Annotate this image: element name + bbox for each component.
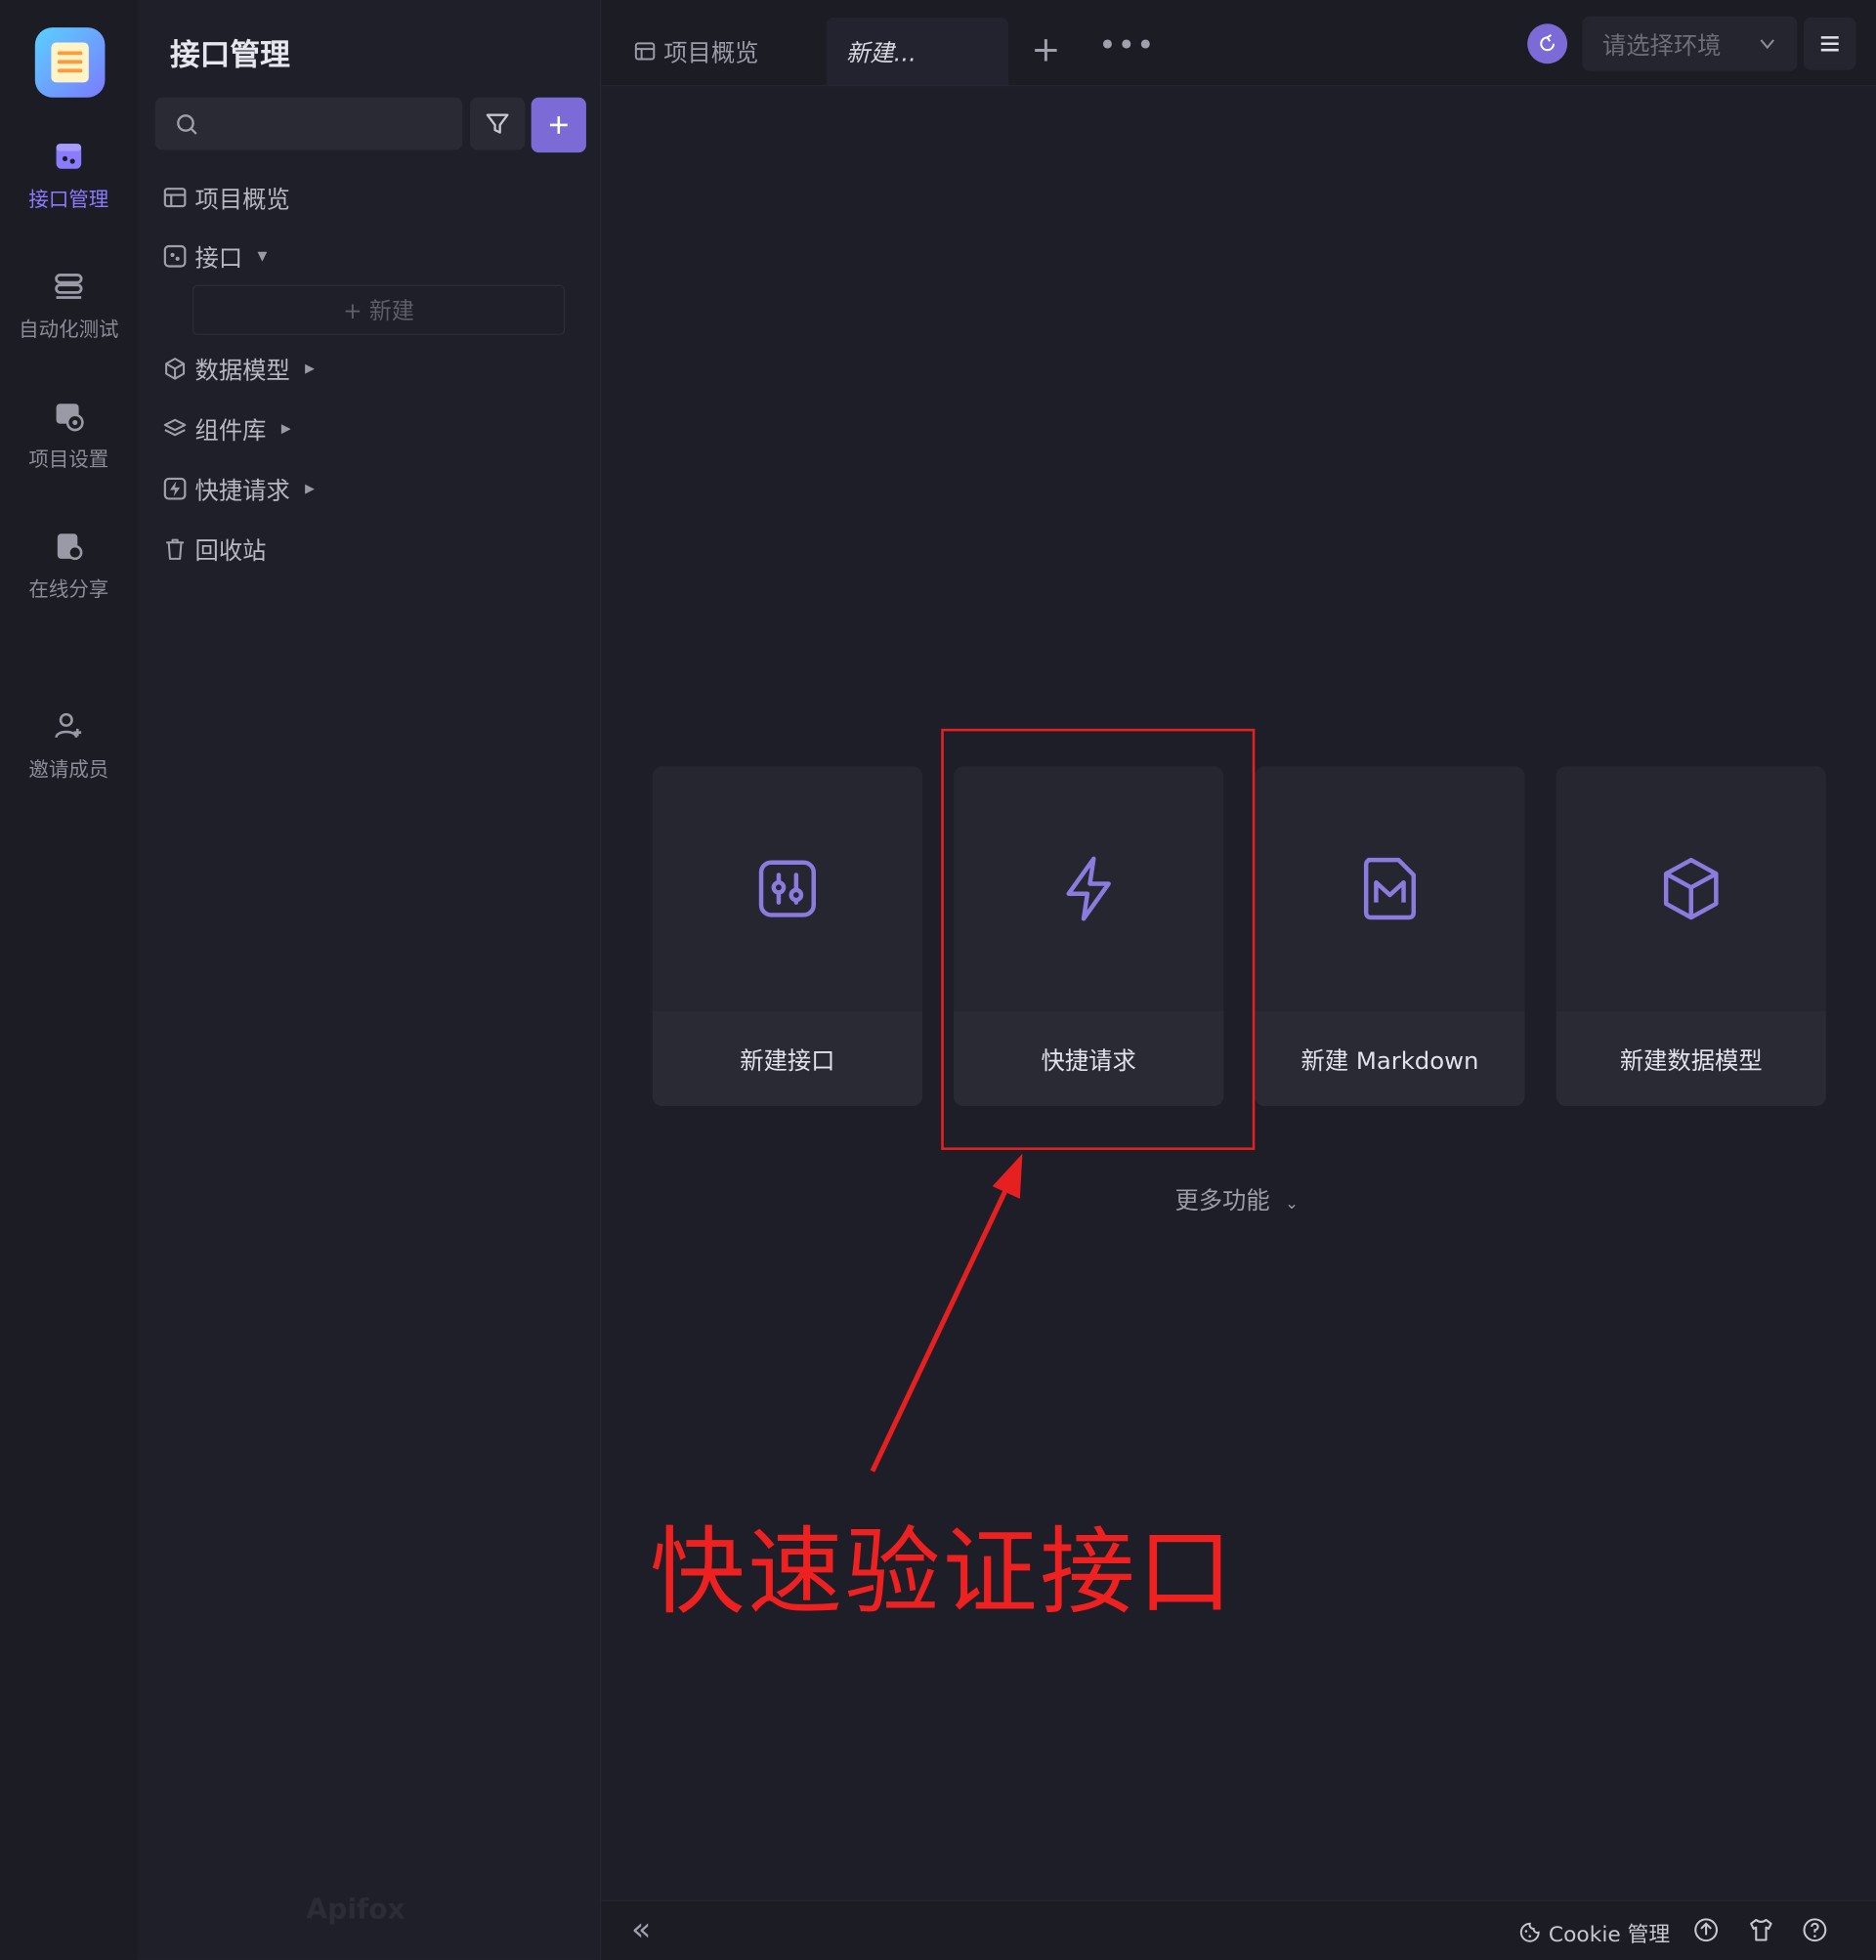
annotation-arrow-icon: [870, 1153, 1023, 1472]
add-tab-button[interactable]: +: [1031, 32, 1060, 67]
caret-right-icon: ▶: [305, 482, 315, 496]
status-bar: « Cookie 管理: [601, 1899, 1876, 1960]
sidebar-item-api[interactable]: 接口 ▼: [162, 237, 267, 275]
rail-item-invite-members[interactable]: 邀请成员: [0, 710, 138, 783]
overview-icon: [634, 42, 656, 61]
cube-icon: [165, 358, 186, 380]
sidebar-item-label: 回收站: [194, 536, 267, 565]
annotation-text: 快速验证接口: [650, 1515, 1235, 1628]
chevron-down-icon: ⌄: [1285, 1195, 1300, 1214]
sync-icon: [1540, 33, 1556, 52]
theme-shirt-icon[interactable]: [1747, 1916, 1774, 1943]
sidebar-item-label: 接口: [194, 244, 243, 273]
tab-project-overview[interactable]: 项目概览: [634, 18, 759, 85]
sidebar-item-components[interactable]: 组件库 ▶: [162, 410, 291, 447]
cube-icon: [1663, 857, 1719, 920]
cookie-label: Cookie 管理: [1548, 1922, 1671, 1948]
environment-placeholder: 请选择环境: [1601, 31, 1722, 60]
settings-icon: [56, 404, 84, 432]
sync-button[interactable]: [1527, 23, 1568, 64]
share-icon: [57, 533, 83, 561]
sidebar-item-overview[interactable]: 项目概览: [162, 179, 290, 216]
app-rail: 接口管理 自动化测试 项目设置 在线分享 邀请成员: [0, 0, 139, 1960]
sidebar-title: 接口管理: [169, 37, 290, 73]
invite-user-icon: [55, 712, 82, 739]
tab-new[interactable]: 新建...: [826, 17, 1009, 85]
card-label: 新建数据模型: [1556, 1010, 1826, 1107]
caret-down-icon: ▼: [257, 249, 268, 264]
rail-item-project-settings[interactable]: 项目设置: [0, 400, 138, 472]
main-menu-button[interactable]: [1803, 17, 1856, 70]
search-icon: [177, 114, 197, 135]
add-button[interactable]: [531, 97, 586, 153]
rail-item-online-share[interactable]: 在线分享: [0, 530, 138, 602]
hamburger-menu-icon: [1820, 36, 1839, 52]
new-api-button[interactable]: + 新建: [192, 284, 566, 335]
sidebar-item-data-model[interactable]: 数据模型 ▶: [162, 350, 315, 387]
environment-select[interactable]: 请选择环境: [1582, 16, 1798, 71]
plus-icon: [549, 115, 568, 134]
card-label: 新建 Markdown: [1255, 1010, 1525, 1107]
more-features-label: 更多功能: [1174, 1187, 1270, 1215]
caret-right-icon: ▶: [280, 421, 291, 436]
tab-bar: 项目概览 新建... + ••• 请选择环境: [601, 0, 1876, 87]
chevron-down-icon: [1760, 39, 1774, 50]
rail-item-api-management[interactable]: 接口管理: [0, 140, 138, 212]
layers-icon: [163, 418, 187, 437]
rail-item-automation[interactable]: 自动化测试: [0, 270, 138, 342]
trash-icon: [166, 538, 185, 560]
sidebar-item-quick-request[interactable]: 快捷请求 ▶: [162, 470, 315, 507]
filter-button[interactable]: [469, 97, 526, 150]
api-icon: [163, 244, 187, 268]
filter-icon: [486, 113, 509, 134]
sidebar-item-label: 组件库: [194, 416, 267, 445]
markdown-icon: [1363, 857, 1417, 920]
highlight-box: [941, 728, 1256, 1150]
help-icon[interactable]: [1801, 1916, 1828, 1943]
apifox-watermark: Apifox: [306, 1895, 405, 1927]
cookie-manager-button[interactable]: Cookie 管理: [1518, 1916, 1670, 1947]
api-icon: [56, 144, 82, 169]
new-markdown-card[interactable]: 新建 Markdown: [1255, 766, 1525, 1107]
sidebar-item-label: 数据模型: [194, 357, 290, 385]
tab-label: 项目概览: [663, 39, 759, 67]
card-label: 新建接口: [652, 1010, 923, 1107]
search-input[interactable]: [154, 97, 463, 150]
rail-item-label: 自动化测试: [19, 317, 119, 342]
caret-right-icon: ▶: [305, 362, 315, 376]
tab-label: 新建...: [846, 39, 917, 67]
sidebar-item-label: 项目概览: [194, 185, 290, 214]
new-api-card[interactable]: 新建接口: [652, 766, 923, 1107]
new-data-model-card[interactable]: 新建数据模型: [1556, 766, 1826, 1107]
cookie-icon: [1519, 1922, 1540, 1942]
sidebar-item-label: 快捷请求: [194, 477, 290, 505]
collapse-sidebar-icon[interactable]: «: [631, 1911, 651, 1948]
automation-icon: [55, 274, 83, 299]
more-features-toggle[interactable]: 更多功能 ⌄: [1174, 1182, 1299, 1216]
api-icon: [758, 860, 816, 917]
rail-item-label: 在线分享: [28, 577, 109, 602]
rail-item-label: 邀请成员: [28, 757, 109, 782]
rail-item-label: 项目设置: [28, 447, 109, 472]
upload-icon[interactable]: [1692, 1916, 1720, 1943]
more-tabs-icon[interactable]: •••: [1098, 27, 1155, 63]
sidebar-item-recycle-bin[interactable]: 回收站: [162, 530, 266, 567]
quick-request-icon: [163, 477, 187, 500]
sidebar: 接口管理 项目概览 接口 ▼ + 新建 数据模型 ▶ 组件库 ▶ 快捷请求 ▶ …: [137, 0, 602, 1960]
rail-item-label: 接口管理: [28, 187, 109, 212]
apifox-logo-icon: [34, 27, 106, 98]
overview-icon: [163, 188, 187, 208]
